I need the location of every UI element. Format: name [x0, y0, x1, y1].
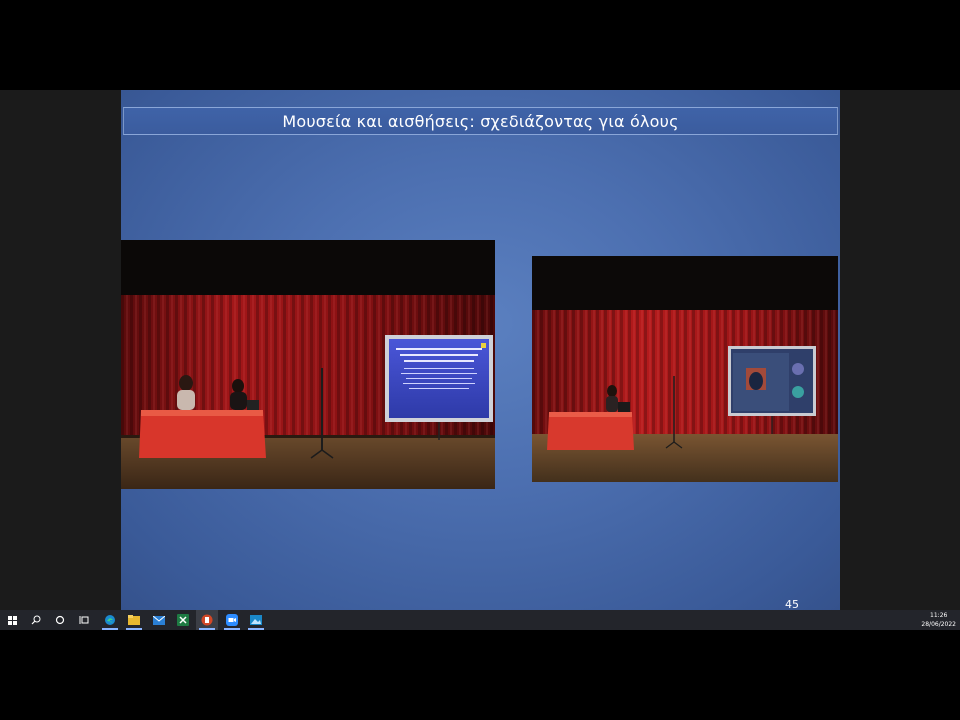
running-indicator [199, 628, 215, 630]
mail-icon[interactable] [148, 610, 170, 630]
clock-date: 28/06/2022 [921, 621, 956, 628]
running-indicator [126, 628, 142, 630]
edge-icon[interactable] [99, 610, 121, 630]
stage-photo-left [121, 240, 495, 489]
file-explorer-icon[interactable] [123, 610, 145, 630]
running-indicator [248, 628, 264, 630]
zoom-icon[interactable] [221, 610, 243, 630]
windows-taskbar: 11:26 28/06/2022 [0, 610, 960, 630]
clock-time: 11:26 [930, 612, 948, 619]
system-clock[interactable]: 11:26 28/06/2022 [921, 611, 956, 629]
left-letterbox [0, 90, 121, 610]
excel-icon[interactable] [172, 610, 194, 630]
slide-number: 45 [785, 598, 799, 610]
windows-start-icon[interactable] [1, 610, 23, 630]
presentation-slide: Μουσεία και αισθήσεις: σχεδιάζοντας για … [121, 90, 840, 610]
stage-photo-right [532, 256, 838, 482]
right-letterbox [840, 90, 960, 610]
slide-title: Μουσεία και αισθήσεις: σχεδιάζοντας για … [282, 111, 679, 131]
slide-title-bar: Μουσεία και αισθήσεις: σχεδιάζοντας για … [123, 107, 838, 135]
running-indicator [102, 628, 118, 630]
powerpoint-icon[interactable] [196, 610, 218, 630]
cortana-icon[interactable] [49, 610, 71, 630]
photos-icon[interactable] [245, 610, 267, 630]
search-icon[interactable] [25, 610, 47, 630]
running-indicator [224, 628, 240, 630]
task-view-icon[interactable] [73, 610, 95, 630]
